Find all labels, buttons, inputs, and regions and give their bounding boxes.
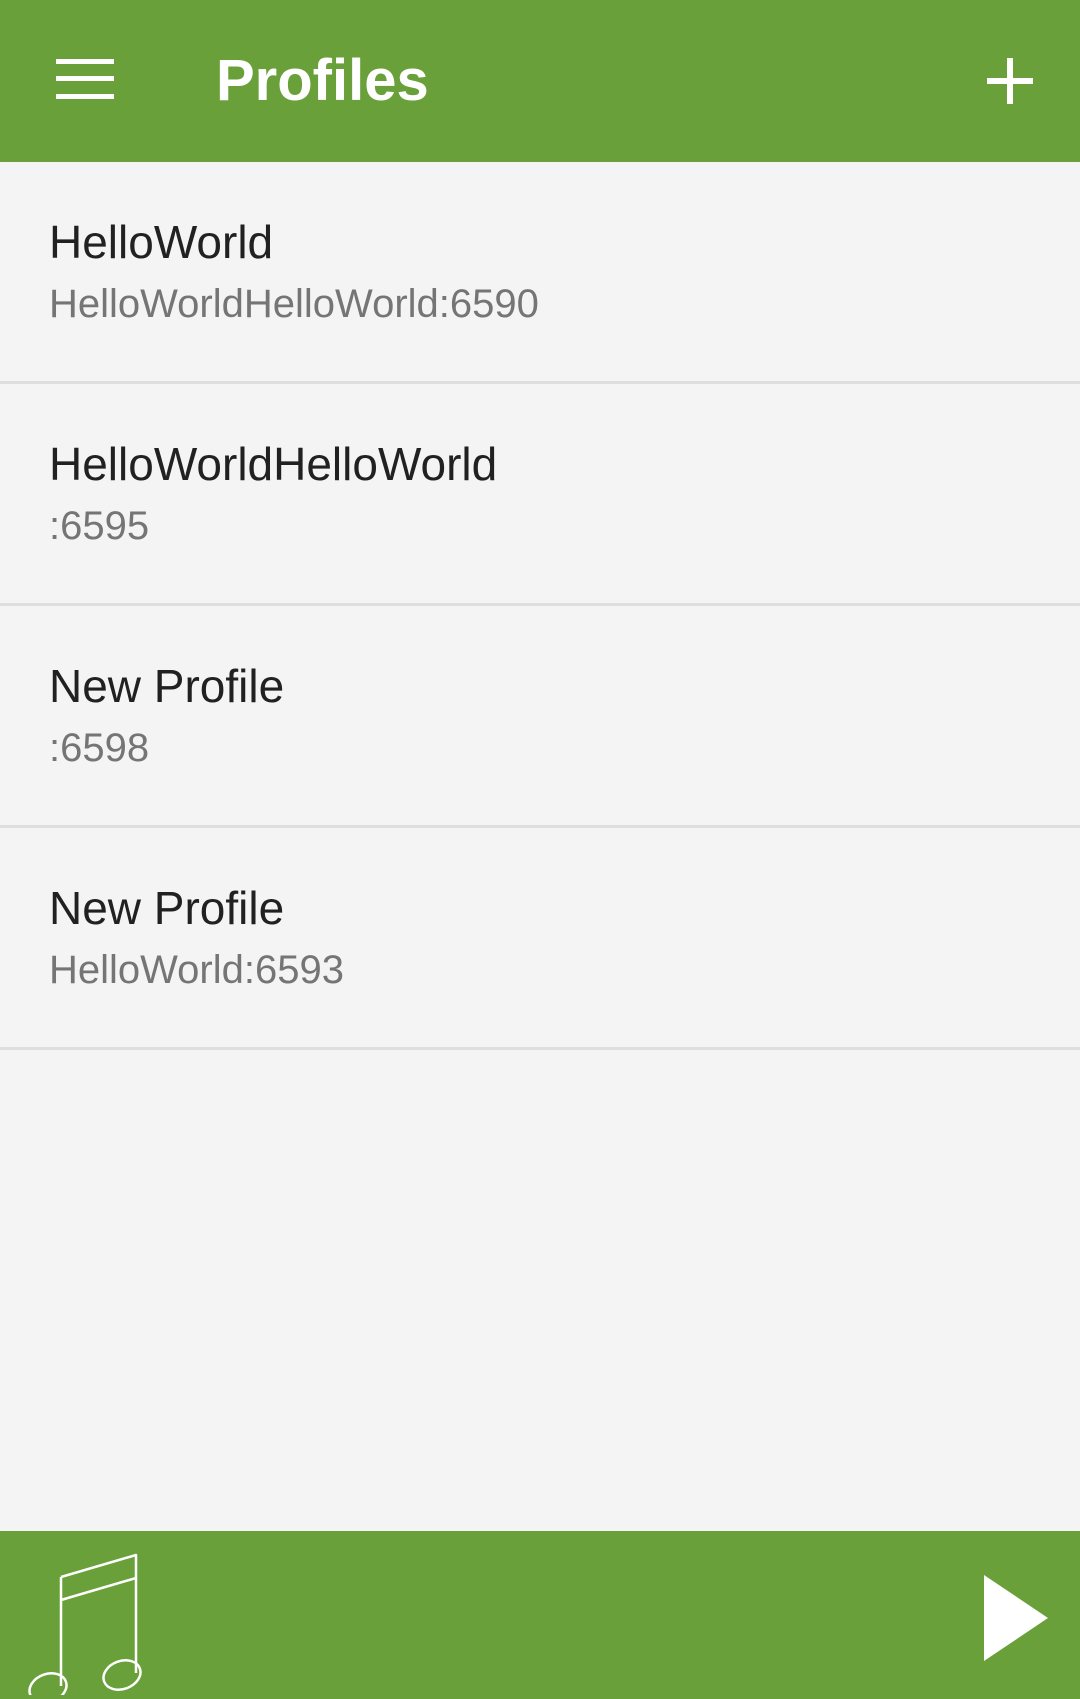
hamburger-menu-icon — [56, 59, 114, 99]
profile-detail: HelloWorldHelloWorld:6590 — [49, 282, 539, 326]
profile-name: HelloWorld — [49, 216, 274, 268]
plus-icon — [987, 58, 1033, 104]
profile-name: HelloWorldHelloWorld — [49, 438, 498, 490]
bottom-player-bar — [0, 1531, 1080, 1699]
top-app-bar: Profiles — [0, 0, 1080, 162]
play-icon — [984, 1575, 1048, 1661]
list-item[interactable]: HelloWorldHelloWorld :6595 — [0, 384, 1080, 606]
list-item[interactable]: New Profile :6598 — [0, 606, 1080, 828]
profile-name: New Profile — [49, 882, 285, 934]
profile-detail: :6598 — [49, 726, 150, 770]
play-button[interactable] — [960, 1559, 1070, 1679]
list-item[interactable]: New Profile HelloWorld:6593 — [0, 828, 1080, 1050]
profile-detail: :6595 — [49, 504, 150, 548]
page-title: Profiles — [216, 48, 429, 113]
profile-detail: HelloWorld:6593 — [49, 948, 344, 992]
add-profile-button[interactable] — [960, 31, 1060, 131]
profile-name: New Profile — [49, 660, 285, 712]
menu-button[interactable] — [30, 31, 138, 131]
music-note-icon — [28, 1553, 142, 1695]
profile-list: HelloWorld HelloWorldHelloWorld:6590 Hel… — [0, 162, 1080, 1050]
list-item[interactable]: HelloWorld HelloWorldHelloWorld:6590 — [0, 162, 1080, 384]
